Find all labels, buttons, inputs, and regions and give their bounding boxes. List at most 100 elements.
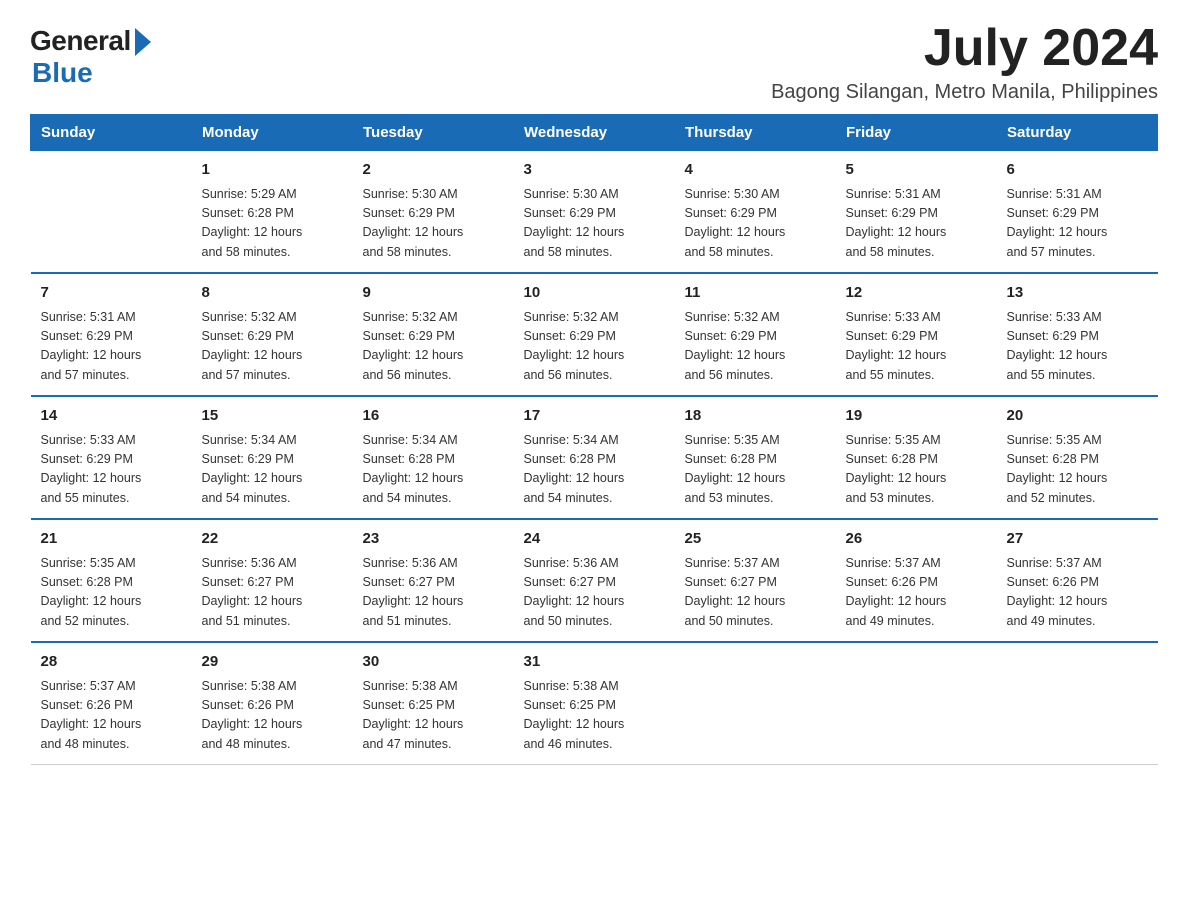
day-info: Sunrise: 5:35 AMSunset: 6:28 PMDaylight:…: [846, 431, 987, 509]
calendar-cell: 12 Sunrise: 5:33 AMSunset: 6:29 PMDayligh…: [836, 273, 997, 396]
calendar-week-row: 7 Sunrise: 5:31 AMSunset: 6:29 PMDaylight…: [31, 273, 1158, 396]
day-info: Sunrise: 5:33 AMSunset: 6:29 PMDaylight:…: [41, 431, 182, 509]
day-number: 17: [524, 405, 665, 428]
day-number: 10: [524, 282, 665, 305]
day-info: Sunrise: 5:37 AMSunset: 6:26 PMDaylight:…: [1007, 554, 1148, 632]
day-info: Sunrise: 5:38 AMSunset: 6:25 PMDaylight:…: [363, 677, 504, 755]
day-number: 4: [685, 159, 826, 182]
calendar-cell: [31, 151, 192, 274]
day-info: Sunrise: 5:32 AMSunset: 6:29 PMDaylight:…: [202, 308, 343, 386]
day-info: Sunrise: 5:34 AMSunset: 6:28 PMDaylight:…: [363, 431, 504, 509]
calendar-header-row: SundayMondayTuesdayWednesdayThursdayFrid…: [31, 115, 1158, 151]
day-number: 15: [202, 405, 343, 428]
calendar-cell: 20Sunrise: 5:35 AMSunset: 6:28 PMDayligh…: [997, 396, 1158, 519]
day-info: Sunrise: 5:30 AMSunset: 6:29 PMDaylight:…: [524, 185, 665, 263]
calendar-cell: 17 Sunrise: 5:34 AMSunset: 6:28 PMDayligh…: [514, 396, 675, 519]
calendar-cell: 7 Sunrise: 5:31 AMSunset: 6:29 PMDaylight…: [31, 273, 192, 396]
logo-blue-text: Blue: [32, 57, 93, 89]
calendar-cell: 6Sunrise: 5:31 AMSunset: 6:29 PMDaylight…: [997, 151, 1158, 274]
day-number: 31: [524, 651, 665, 674]
day-info: Sunrise: 5:30 AMSunset: 6:29 PMDaylight:…: [363, 185, 504, 263]
calendar-cell: 16 Sunrise: 5:34 AMSunset: 6:28 PMDayligh…: [353, 396, 514, 519]
calendar-cell: 21 Sunrise: 5:35 AMSunset: 6:28 PMDayligh…: [31, 519, 192, 642]
day-info: Sunrise: 5:32 AMSunset: 6:29 PMDaylight:…: [363, 308, 504, 386]
day-info: Sunrise: 5:36 AMSunset: 6:27 PMDaylight:…: [524, 554, 665, 632]
day-number: 30: [363, 651, 504, 674]
calendar-table: SundayMondayTuesdayWednesdayThursdayFrid…: [30, 114, 1158, 765]
day-number: 7: [41, 282, 182, 305]
day-info: Sunrise: 5:38 AMSunset: 6:25 PMDaylight:…: [524, 677, 665, 755]
day-info: Sunrise: 5:34 AMSunset: 6:28 PMDaylight:…: [524, 431, 665, 509]
day-info: Sunrise: 5:37 AMSunset: 6:27 PMDaylight:…: [685, 554, 826, 632]
day-info: Sunrise: 5:32 AMSunset: 6:29 PMDaylight:…: [524, 308, 665, 386]
day-info: Sunrise: 5:35 AMSunset: 6:28 PMDaylight:…: [1007, 431, 1148, 509]
calendar-cell: 2 Sunrise: 5:30 AMSunset: 6:29 PMDaylight…: [353, 151, 514, 274]
calendar-cell: 13 Sunrise: 5:33 AMSunset: 6:29 PMDayligh…: [997, 273, 1158, 396]
day-number: 21: [41, 528, 182, 551]
calendar-week-row: 28 Sunrise: 5:37 AMSunset: 6:26 PMDayligh…: [31, 642, 1158, 765]
calendar-cell: 15 Sunrise: 5:34 AMSunset: 6:29 PMDayligh…: [192, 396, 353, 519]
day-info: Sunrise: 5:35 AMSunset: 6:28 PMDaylight:…: [685, 431, 826, 509]
title-block: July 2024 Bagong Silangan, Metro Manila,…: [771, 20, 1158, 104]
day-number: 8: [202, 282, 343, 305]
day-info: Sunrise: 5:37 AMSunset: 6:26 PMDaylight:…: [41, 677, 182, 755]
day-info: Sunrise: 5:33 AMSunset: 6:29 PMDaylight:…: [1007, 308, 1148, 386]
calendar-header-monday: Monday: [192, 115, 353, 151]
calendar-header-sunday: Sunday: [31, 115, 192, 151]
day-number: 24: [524, 528, 665, 551]
day-number: 12: [846, 282, 987, 305]
day-number: 29: [202, 651, 343, 674]
day-info: Sunrise: 5:33 AMSunset: 6:29 PMDaylight:…: [846, 308, 987, 386]
calendar-cell: [836, 642, 997, 765]
calendar-week-row: 14 Sunrise: 5:33 AMSunset: 6:29 PMDayligh…: [31, 396, 1158, 519]
logo-arrow-icon: [135, 28, 151, 56]
day-info: Sunrise: 5:38 AMSunset: 6:26 PMDaylight:…: [202, 677, 343, 755]
calendar-cell: 28 Sunrise: 5:37 AMSunset: 6:26 PMDayligh…: [31, 642, 192, 765]
day-number: 13: [1007, 282, 1148, 305]
day-number: 3: [524, 159, 665, 182]
day-number: 25: [685, 528, 826, 551]
calendar-cell: 3 Sunrise: 5:30 AMSunset: 6:29 PMDaylight…: [514, 151, 675, 274]
calendar-week-row: 1 Sunrise: 5:29 AMSunset: 6:28 PMDaylight…: [31, 151, 1158, 274]
day-number: 19: [846, 405, 987, 428]
calendar-cell: 5Sunrise: 5:31 AMSunset: 6:29 PMDaylight…: [836, 151, 997, 274]
day-info: Sunrise: 5:35 AMSunset: 6:28 PMDaylight:…: [41, 554, 182, 632]
day-number: 16: [363, 405, 504, 428]
calendar-cell: 18Sunrise: 5:35 AMSunset: 6:28 PMDayligh…: [675, 396, 836, 519]
day-info: Sunrise: 5:32 AMSunset: 6:29 PMDaylight:…: [685, 308, 826, 386]
day-number: 6: [1007, 159, 1148, 182]
day-info: Sunrise: 5:30 AMSunset: 6:29 PMDaylight:…: [685, 185, 826, 263]
calendar-cell: 29 Sunrise: 5:38 AMSunset: 6:26 PMDayligh…: [192, 642, 353, 765]
calendar-cell: 24 Sunrise: 5:36 AMSunset: 6:27 PMDayligh…: [514, 519, 675, 642]
calendar-cell: 22Sunrise: 5:36 AMSunset: 6:27 PMDayligh…: [192, 519, 353, 642]
calendar-cell: [675, 642, 836, 765]
calendar-header-wednesday: Wednesday: [514, 115, 675, 151]
calendar-cell: 4 Sunrise: 5:30 AMSunset: 6:29 PMDaylight…: [675, 151, 836, 274]
day-info: Sunrise: 5:34 AMSunset: 6:29 PMDaylight:…: [202, 431, 343, 509]
calendar-week-row: 21 Sunrise: 5:35 AMSunset: 6:28 PMDayligh…: [31, 519, 1158, 642]
calendar-cell: [997, 642, 1158, 765]
day-number: 28: [41, 651, 182, 674]
day-info: Sunrise: 5:31 AMSunset: 6:29 PMDaylight:…: [41, 308, 182, 386]
calendar-cell: 26Sunrise: 5:37 AMSunset: 6:26 PMDayligh…: [836, 519, 997, 642]
day-info: Sunrise: 5:29 AMSunset: 6:28 PMDaylight:…: [202, 185, 343, 263]
logo-general-text: General: [30, 25, 131, 57]
day-info: Sunrise: 5:37 AMSunset: 6:26 PMDaylight:…: [846, 554, 987, 632]
location-subtitle: Bagong Silangan, Metro Manila, Philippin…: [771, 81, 1158, 104]
day-number: 23: [363, 528, 504, 551]
logo: General Blue: [30, 20, 151, 89]
calendar-header-thursday: Thursday: [675, 115, 836, 151]
calendar-cell: 1 Sunrise: 5:29 AMSunset: 6:28 PMDaylight…: [192, 151, 353, 274]
month-year-title: July 2024: [771, 20, 1158, 77]
day-number: 14: [41, 405, 182, 428]
calendar-header-friday: Friday: [836, 115, 997, 151]
day-number: 11: [685, 282, 826, 305]
calendar-header-saturday: Saturday: [997, 115, 1158, 151]
day-number: 2: [363, 159, 504, 182]
day-number: 27: [1007, 528, 1148, 551]
day-number: 9: [363, 282, 504, 305]
day-number: 1: [202, 159, 343, 182]
calendar-cell: 8 Sunrise: 5:32 AMSunset: 6:29 PMDaylight…: [192, 273, 353, 396]
page-header: General Blue July 2024 Bagong Silangan, …: [30, 20, 1158, 104]
calendar-cell: 10 Sunrise: 5:32 AMSunset: 6:29 PMDayligh…: [514, 273, 675, 396]
